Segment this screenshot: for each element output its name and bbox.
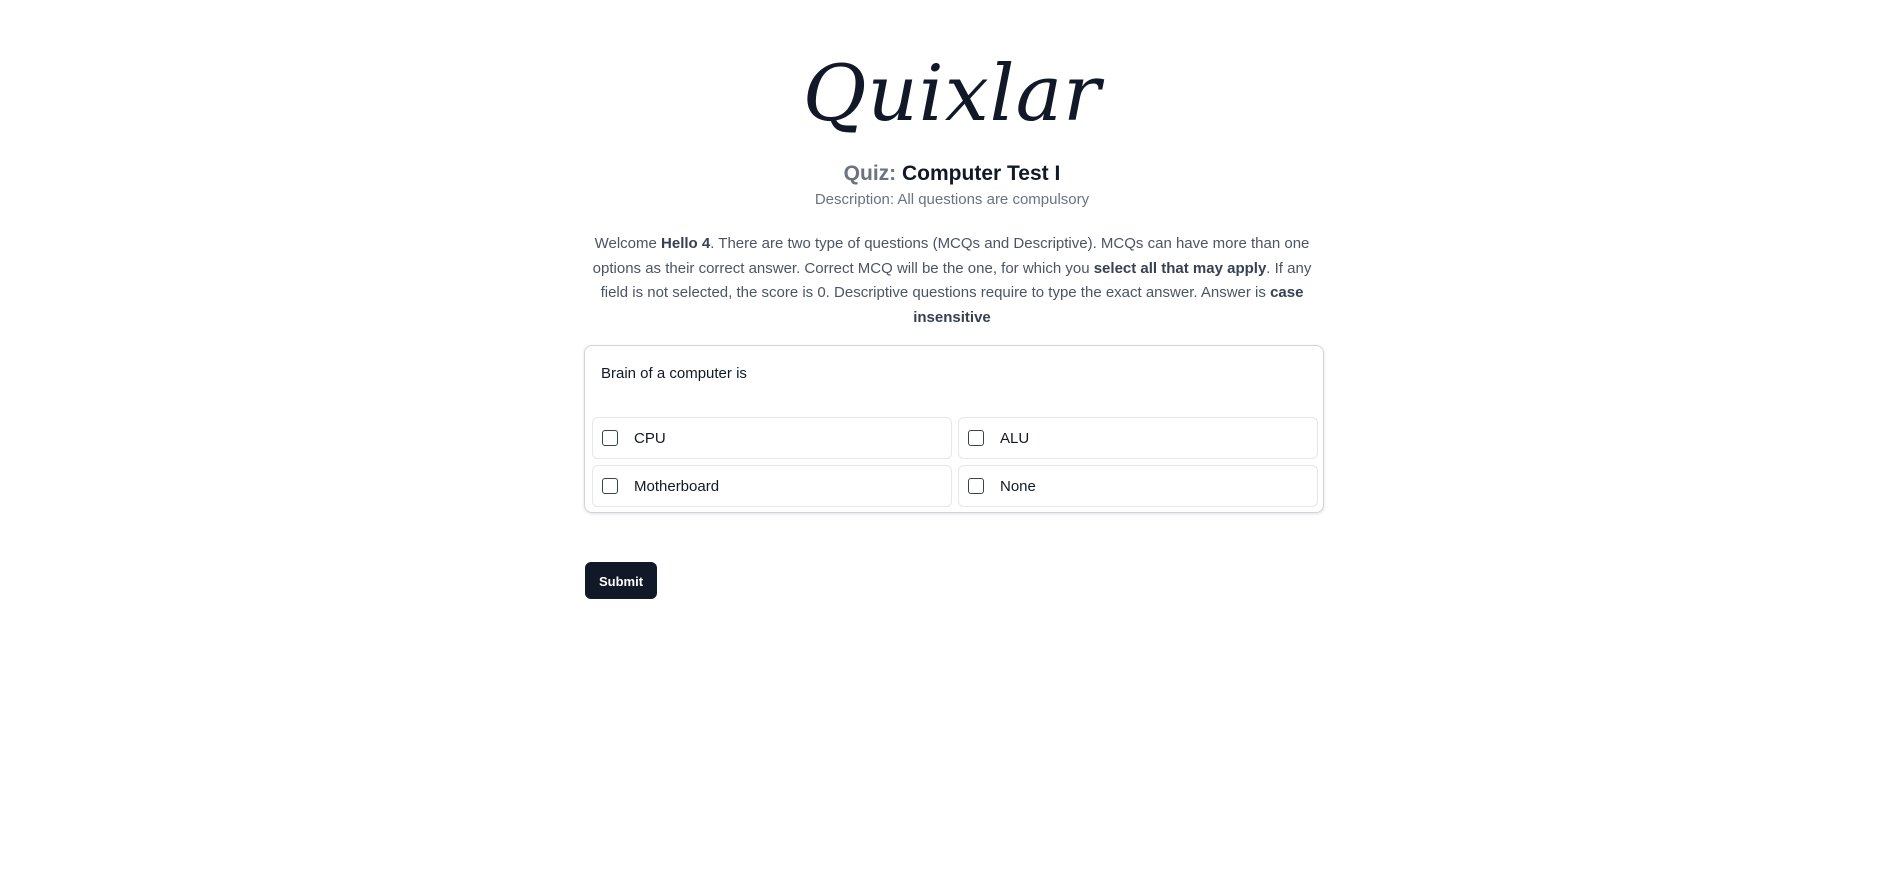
instructions: Welcome Hello 4. There are two type of q… <box>580 232 1324 330</box>
question-text: Brain of a computer is <box>601 365 747 382</box>
submit-button[interactable]: Submit <box>585 562 657 599</box>
option-label: ALU <box>1000 429 1030 447</box>
option-checkbox[interactable] <box>602 478 618 494</box>
option-alu[interactable]: ALU <box>958 417 1318 459</box>
quiz-title-name: Computer Test I <box>902 162 1061 185</box>
option-motherboard[interactable]: Motherboard <box>592 465 952 507</box>
quiz-title: Quiz: Computer Test I <box>0 160 1904 188</box>
option-none[interactable]: None <box>958 465 1318 507</box>
option-checkbox[interactable] <box>602 430 618 446</box>
options-grid: CPU ALU Motherboard None <box>592 417 1318 507</box>
instructions-emphasis-select-all: select all that may apply <box>1093 259 1267 277</box>
option-label: CPU <box>634 429 666 447</box>
question-card: Brain of a computer is CPU ALU Motherboa… <box>584 345 1324 513</box>
logo: Quixlar <box>802 49 1102 139</box>
quiz-title-prefix: Quiz: <box>843 162 897 185</box>
instructions-welcome: Welcome <box>594 235 662 252</box>
option-checkbox[interactable] <box>968 478 984 494</box>
option-label: None <box>1000 477 1036 495</box>
option-checkbox[interactable] <box>968 430 984 446</box>
option-cpu[interactable]: CPU <box>592 417 952 459</box>
instructions-user-name: Hello 4 <box>661 235 711 252</box>
quiz-page: Quixlar Quiz: Computer Test I Descriptio… <box>0 0 1904 892</box>
option-label: Motherboard <box>634 477 720 495</box>
quiz-description: Description: All questions are compulsor… <box>814 191 1090 208</box>
